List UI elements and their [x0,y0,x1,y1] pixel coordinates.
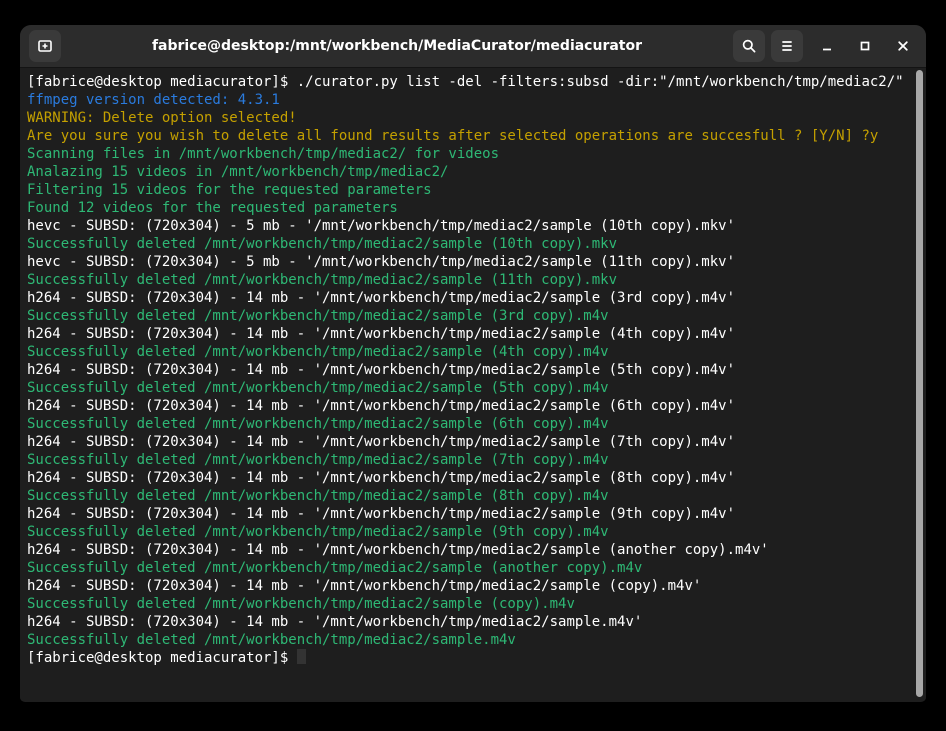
close-button[interactable] [889,32,917,60]
terminal-line: Successfully deleted /mnt/workbench/tmp/… [27,379,908,397]
minimize-button[interactable] [813,32,841,60]
terminal-line: Filtering 15 videos for the requested pa… [27,181,908,199]
desktop-background: fabrice@desktop:/mnt/workbench/MediaCura… [0,0,946,731]
terminal-line: Successfully deleted /mnt/workbench/tmp/… [27,523,908,541]
scrollbar-track[interactable] [912,68,926,701]
menu-button[interactable] [771,30,803,62]
terminal-line: Successfully deleted /mnt/workbench/tmp/… [27,307,908,325]
terminal-line: Found 12 videos for the requested parame… [27,199,908,217]
terminal-line: Successfully deleted /mnt/workbench/tmp/… [27,415,908,433]
window-controls [813,32,917,60]
terminal-cursor [297,649,306,664]
terminal-output: [fabrice@desktop mediacurator]$ ./curato… [27,73,908,667]
terminal-line: Successfully deleted /mnt/workbench/tmp/… [27,451,908,469]
terminal-line: Successfully deleted /mnt/workbench/tmp/… [27,235,908,253]
terminal-viewport[interactable]: [fabrice@desktop mediacurator]$ ./curato… [20,68,926,701]
terminal-line: hevc - SUBSD: (720x304) - 5 mb - '/mnt/w… [27,253,908,271]
search-button[interactable] [733,30,765,62]
terminal-line: h264 - SUBSD: (720x304) - 14 mb - '/mnt/… [27,577,908,595]
terminal-line: WARNING: Delete option selected! [27,109,908,127]
terminal-line: h264 - SUBSD: (720x304) - 14 mb - '/mnt/… [27,613,908,631]
terminal-line: Successfully deleted /mnt/workbench/tmp/… [27,595,908,613]
close-icon [896,39,910,53]
terminal-line: Analazing 15 videos in /mnt/workbench/tm… [27,163,908,181]
terminal-line: Successfully deleted /mnt/workbench/tmp/… [27,271,908,289]
terminal-line: [fabrice@desktop mediacurator]$ ./curato… [27,73,908,91]
terminal-line: h264 - SUBSD: (720x304) - 14 mb - '/mnt/… [27,397,908,415]
terminal-line: [fabrice@desktop mediacurator]$ [27,649,908,667]
terminal-line: Successfully deleted /mnt/workbench/tmp/… [27,487,908,505]
window-title: fabrice@desktop:/mnt/workbench/MediaCura… [67,38,727,54]
terminal-line: h264 - SUBSD: (720x304) - 14 mb - '/mnt/… [27,325,908,343]
titlebar[interactable]: fabrice@desktop:/mnt/workbench/MediaCura… [20,25,926,68]
terminal-line: Successfully deleted /mnt/workbench/tmp/… [27,343,908,361]
terminal-line: Scanning files in /mnt/workbench/tmp/med… [27,145,908,163]
terminal-line: h264 - SUBSD: (720x304) - 14 mb - '/mnt/… [27,289,908,307]
terminal-line: Are you sure you wish to delete all foun… [27,127,908,145]
terminal-window: fabrice@desktop:/mnt/workbench/MediaCura… [20,25,926,702]
search-icon [741,38,757,54]
terminal-line: h264 - SUBSD: (720x304) - 14 mb - '/mnt/… [27,469,908,487]
scrollbar-thumb[interactable] [916,70,923,697]
new-tab-button[interactable] [29,30,61,62]
terminal-line: h264 - SUBSD: (720x304) - 14 mb - '/mnt/… [27,541,908,559]
terminal-line: h264 - SUBSD: (720x304) - 14 mb - '/mnt/… [27,505,908,523]
terminal-line: hevc - SUBSD: (720x304) - 5 mb - '/mnt/w… [27,217,908,235]
new-tab-icon [37,38,53,54]
terminal-line: h264 - SUBSD: (720x304) - 14 mb - '/mnt/… [27,361,908,379]
minimize-icon [820,39,834,53]
maximize-button[interactable] [851,32,879,60]
menu-icon [780,40,794,52]
terminal-line: Successfully deleted /mnt/workbench/tmp/… [27,559,908,577]
terminal-line: h264 - SUBSD: (720x304) - 14 mb - '/mnt/… [27,433,908,451]
maximize-icon [858,39,872,53]
terminal-line: Successfully deleted /mnt/workbench/tmp/… [27,631,908,649]
terminal-line: ffmpeg version detected: 4.3.1 [27,91,908,109]
